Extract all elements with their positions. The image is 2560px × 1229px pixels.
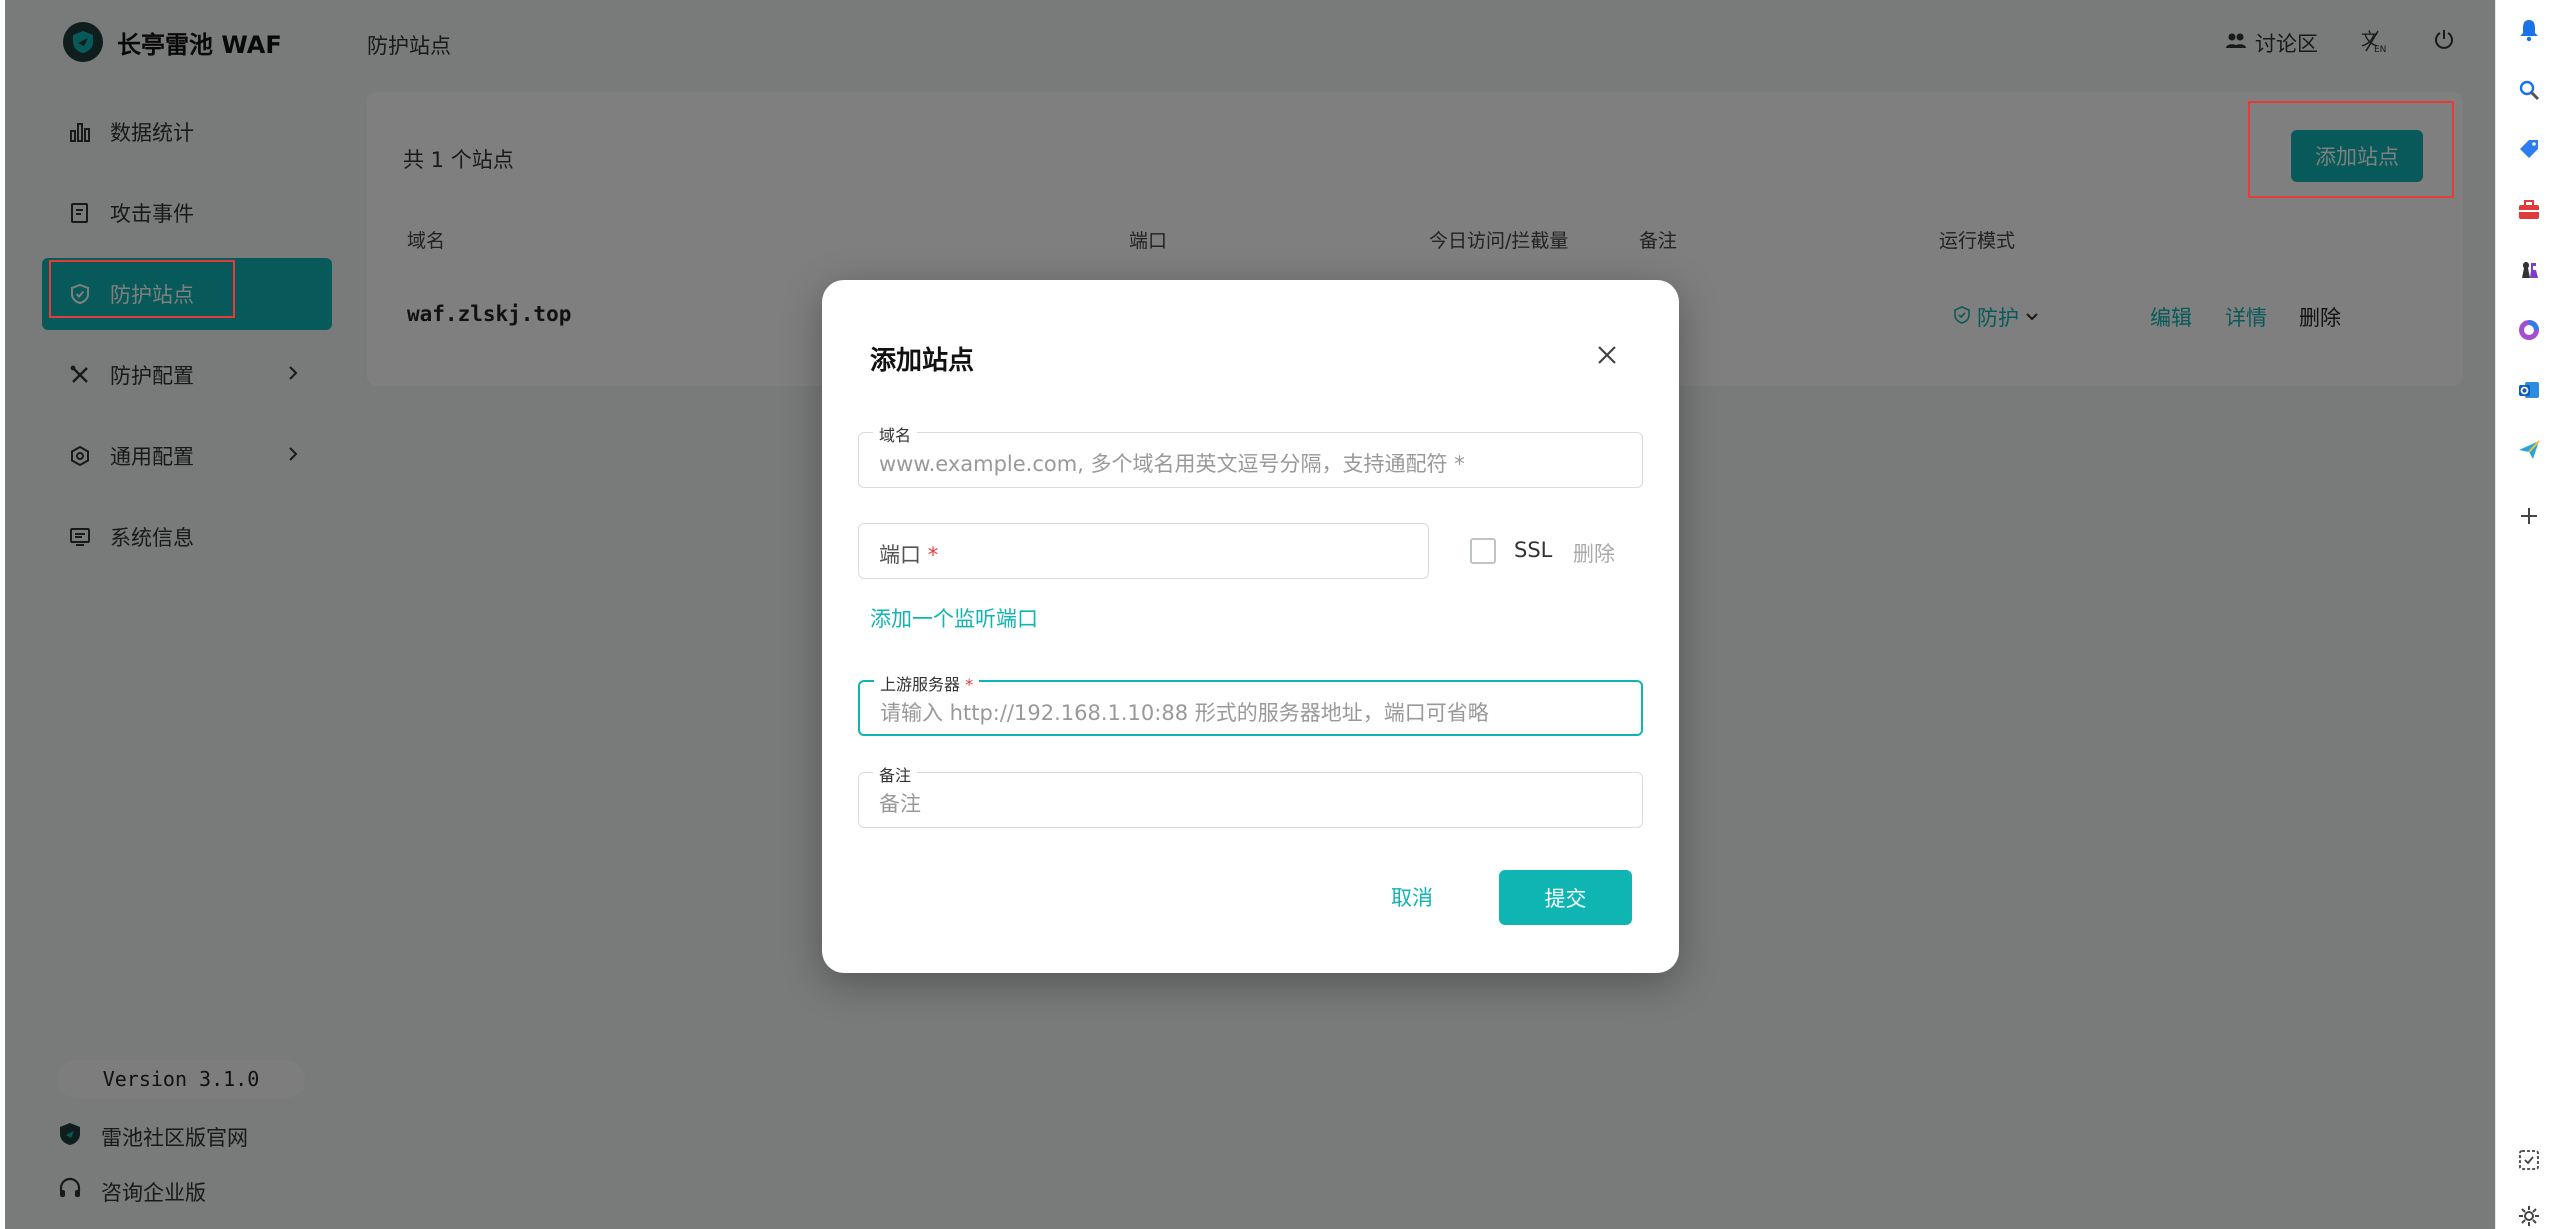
domain-label: 域名 xyxy=(873,422,918,446)
cancel-button[interactable]: 取消 xyxy=(1370,872,1454,922)
add-site-dialog: 添加站点 域名 www.example.com, 多个域名用英文逗号分隔，支持通… xyxy=(822,280,1679,973)
settings-icon[interactable] xyxy=(2516,1203,2542,1229)
highlight-box-add-button xyxy=(2248,101,2454,198)
remark-field[interactable]: 备注 备注 xyxy=(858,762,1643,828)
upstream-placeholder: 请输入 http://192.168.1.10:88 形式的服务器地址，端口可省… xyxy=(880,701,1489,725)
upstream-field[interactable]: 上游服务器 * 请输入 http://192.168.1.10:88 形式的服务… xyxy=(858,671,1643,736)
bell-icon[interactable] xyxy=(2516,17,2542,43)
browser-sidebar xyxy=(2495,0,2560,1229)
outlook-icon[interactable] xyxy=(2516,377,2542,403)
port-delete-button[interactable]: 删除 xyxy=(1573,538,1615,568)
remark-label: 备注 xyxy=(873,762,918,786)
ssl-checkbox[interactable] xyxy=(1470,538,1496,564)
office-icon[interactable] xyxy=(2516,317,2542,343)
screenshot-icon[interactable] xyxy=(2516,1147,2542,1173)
highlight-box-sidebar xyxy=(49,260,235,318)
upstream-label: 上游服务器 * xyxy=(874,671,980,695)
add-port-link[interactable]: 添加一个监听端口 xyxy=(870,603,1038,633)
domain-placeholder: www.example.com, 多个域名用英文逗号分隔，支持通配符 * xyxy=(879,452,1465,476)
port-field[interactable]: 端口 * xyxy=(858,523,1429,579)
chess-icon[interactable] xyxy=(2516,257,2542,283)
dialog-title: 添加站点 xyxy=(870,346,975,376)
remark-placeholder: 备注 xyxy=(879,792,921,816)
tag-icon[interactable] xyxy=(2516,137,2542,163)
plus-icon[interactable] xyxy=(2516,503,2542,529)
ssl-label: SSL xyxy=(1514,538,1553,562)
submit-button[interactable]: 提交 xyxy=(1499,870,1632,925)
port-placeholder: 端口 * xyxy=(879,543,939,567)
domain-field[interactable]: 域名 www.example.com, 多个域名用英文逗号分隔，支持通配符 * xyxy=(858,422,1643,488)
toolbox-icon[interactable] xyxy=(2516,197,2542,223)
search-icon[interactable] xyxy=(2516,77,2542,103)
close-icon[interactable] xyxy=(1590,338,1624,372)
send-icon[interactable] xyxy=(2516,437,2542,463)
